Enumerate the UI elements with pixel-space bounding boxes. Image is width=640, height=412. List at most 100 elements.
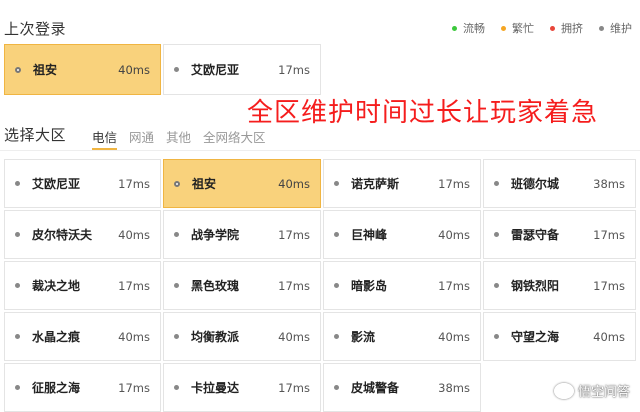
server-card[interactable]: 皮尔特沃夫 40ms [4, 210, 161, 259]
status-dot-icon [174, 385, 179, 390]
server-card[interactable]: 诺克萨斯 17ms [323, 159, 481, 208]
server-name: 艾欧尼亚 [191, 63, 240, 77]
server-latency: 17ms [278, 62, 310, 77]
status-dot-icon [174, 67, 179, 72]
status-dot-icon [334, 385, 339, 390]
status-dot-icon [334, 283, 339, 288]
server-name: 影流 [351, 330, 376, 344]
server-name: 祖安 [33, 63, 58, 77]
status-dot-icon [494, 232, 499, 237]
status-dot-icon [334, 334, 339, 339]
server-name: 战争学院 [191, 228, 240, 242]
last-server-card[interactable]: 艾欧尼亚 17ms [163, 44, 321, 95]
tab-all-network[interactable]: 全网络大区 [203, 127, 266, 150]
server-name: 祖安 [192, 177, 217, 191]
server-name: 诺克萨斯 [351, 177, 400, 191]
server-card[interactable]: 艾欧尼亚 17ms [4, 159, 161, 208]
legend-item-crowded: 拥挤 [550, 20, 583, 36]
tab-netcom[interactable]: 网通 [129, 127, 154, 150]
server-latency: 17ms [593, 278, 625, 293]
watermark: 悟空问答 [553, 381, 630, 400]
tab-other[interactable]: 其他 [166, 127, 191, 150]
overlay-caption: 全区维护时间过长让玩家着急 [247, 98, 599, 128]
server-name: 皮尔特沃夫 [32, 228, 93, 242]
server-card[interactable]: 巨神峰 40ms [323, 210, 481, 259]
legend-item-maintenance: 维护 [599, 20, 632, 36]
server-latency: 38ms [438, 380, 470, 395]
server-card[interactable]: 暗影岛 17ms [323, 261, 481, 310]
status-dot-icon [334, 232, 339, 237]
last-server-card[interactable]: 祖安 40ms [4, 44, 161, 95]
server-card[interactable]: 祖安 40ms [163, 159, 321, 208]
chat-bubble-icon [553, 382, 574, 399]
server-card[interactable]: 黑色玫瑰 17ms [163, 261, 321, 310]
status-dot-icon [15, 283, 20, 288]
legend-label: 流畅 [463, 22, 485, 35]
server-latency: 17ms [278, 380, 310, 395]
server-latency: 17ms [118, 380, 150, 395]
status-dot-icon [15, 66, 21, 73]
watermark-text: 悟空问答 [577, 385, 630, 400]
server-name: 征服之海 [32, 381, 81, 395]
server-name: 艾欧尼亚 [32, 177, 81, 191]
server-latency: 40ms [438, 329, 470, 344]
server-card[interactable]: 战争学院 17ms [163, 210, 321, 259]
status-dot-icon [494, 181, 499, 186]
server-name: 裁决之地 [32, 279, 81, 293]
server-card[interactable]: 卡拉曼达 17ms [163, 363, 321, 412]
server-latency: 17ms [278, 278, 310, 293]
legend-label: 维护 [610, 22, 632, 35]
server-name: 皮城警备 [351, 381, 400, 395]
server-name: 巨神峰 [351, 228, 388, 242]
server-card[interactable]: 征服之海 17ms [4, 363, 161, 412]
server-latency: 17ms [438, 176, 470, 191]
status-dot-icon [174, 334, 179, 339]
status-dot-icon [174, 283, 179, 288]
region-tabs: 电信 网通 其他 全网络大区 [92, 127, 266, 150]
status-dot-icon [15, 385, 20, 390]
server-name: 雷瑟守备 [511, 228, 560, 242]
legend-item-smooth: 流畅 [452, 20, 485, 36]
status-dot-icon [334, 181, 339, 186]
status-legend: 流畅 繁忙 拥挤 维护 [452, 20, 632, 36]
server-latency: 40ms [118, 62, 150, 77]
divider [0, 150, 640, 151]
region-title: 选择大区 [4, 126, 67, 144]
server-name: 暗影岛 [351, 279, 388, 293]
server-latency: 40ms [438, 227, 470, 242]
server-latency: 17ms [278, 227, 310, 242]
status-dot-icon [174, 232, 179, 237]
status-dot-icon [15, 181, 20, 186]
legend-item-busy: 繁忙 [501, 20, 534, 36]
tab-telecom[interactable]: 电信 [92, 127, 118, 150]
last-login-title: 上次登录 [4, 20, 67, 38]
status-dot-icon [15, 232, 20, 237]
server-latency: 40ms [118, 227, 150, 242]
crowded-dot-icon [550, 25, 555, 31]
server-card[interactable]: 影流 40ms [323, 312, 481, 361]
server-name: 卡拉曼达 [191, 381, 240, 395]
server-card[interactable]: 皮城警备 38ms [323, 363, 481, 412]
legend-label: 繁忙 [512, 22, 534, 35]
status-dot-icon [494, 334, 499, 339]
server-name: 均衡教派 [191, 330, 240, 344]
server-card[interactable]: 裁决之地 17ms [4, 261, 161, 310]
server-latency: 17ms [438, 278, 470, 293]
server-card[interactable]: 钢铁烈阳 17ms [483, 261, 636, 310]
server-name: 水晶之痕 [32, 330, 81, 344]
server-latency: 40ms [593, 329, 625, 344]
server-latency: 17ms [593, 227, 625, 242]
smooth-dot-icon [452, 25, 457, 31]
server-latency: 38ms [593, 176, 625, 191]
server-card[interactable]: 班德尔城 38ms [483, 159, 636, 208]
server-latency: 40ms [278, 176, 310, 191]
server-card[interactable]: 均衡教派 40ms [163, 312, 321, 361]
server-card[interactable]: 水晶之痕 40ms [4, 312, 161, 361]
server-card[interactable]: 守望之海 40ms [483, 312, 636, 361]
status-dot-icon [494, 283, 499, 288]
server-name: 钢铁烈阳 [511, 279, 560, 293]
server-card[interactable]: 雷瑟守备 17ms [483, 210, 636, 259]
server-name: 黑色玫瑰 [191, 279, 240, 293]
server-latency: 17ms [118, 176, 150, 191]
server-latency: 40ms [118, 329, 150, 344]
